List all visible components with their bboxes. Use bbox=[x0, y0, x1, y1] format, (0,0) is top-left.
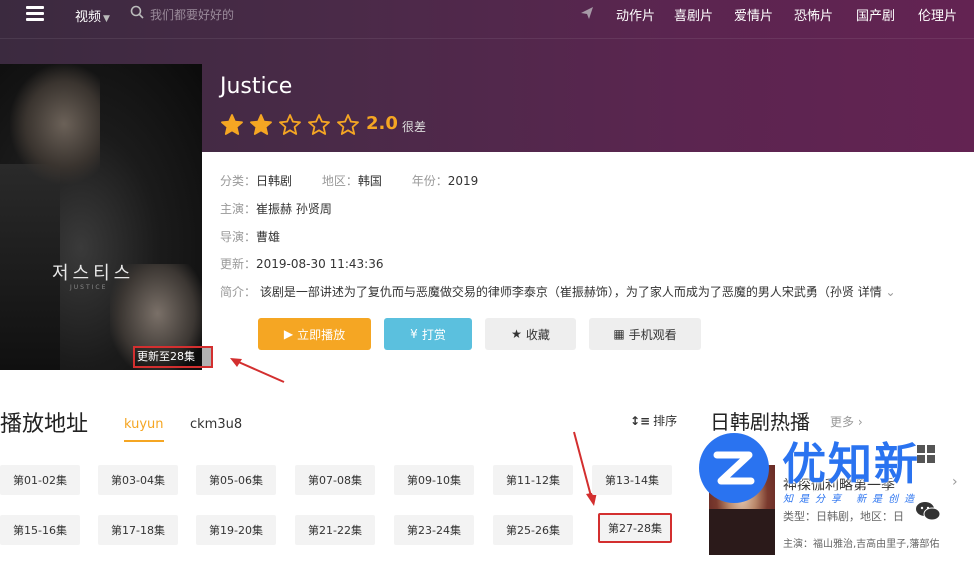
yen-icon: ¥ bbox=[410, 327, 418, 341]
favorite-button-label: 收藏 bbox=[525, 327, 550, 342]
hot-item-type: 类型：日韩剧，地区：日 bbox=[783, 510, 904, 523]
episode-button[interactable]: 第05-06集 bbox=[196, 465, 276, 495]
page-title: Justice bbox=[220, 74, 293, 99]
sort-label: 排序 bbox=[653, 414, 678, 428]
nav-link-action[interactable]: 动作片 bbox=[616, 5, 674, 24]
watermark-slogan: 知是分享 新是创造 bbox=[783, 490, 921, 505]
intro-label: 简介： bbox=[220, 285, 257, 299]
nav-link-comedy[interactable]: 喜剧片 bbox=[674, 5, 734, 24]
tip-button[interactable]: ¥ 打赏 bbox=[384, 318, 472, 350]
nav-link-romance[interactable]: 爱情片 bbox=[734, 5, 794, 24]
send-icon[interactable] bbox=[580, 6, 594, 20]
year-value[interactable]: 2019 bbox=[448, 174, 479, 188]
sort-icon: ↕≡ bbox=[630, 413, 651, 428]
watermark-brand: 优知新 bbox=[782, 439, 920, 490]
nav-divider bbox=[0, 38, 974, 39]
more-label: 更多 bbox=[830, 415, 855, 429]
star-empty-icon[interactable] bbox=[307, 113, 331, 137]
hot-item-cast: 主演：福山雅治,吉高由里子,藩部佑 bbox=[783, 539, 940, 550]
updated-value: 2019-08-30 11:43:36 bbox=[256, 257, 384, 271]
search-icon[interactable] bbox=[130, 5, 144, 19]
sort-button[interactable]: ↕≡ 排序 bbox=[630, 412, 677, 429]
nav-link-domestic[interactable]: 国产剧 bbox=[856, 5, 918, 24]
region-label: 地区： bbox=[321, 174, 358, 188]
director-value[interactable]: 曹雄 bbox=[256, 230, 280, 244]
episode-button[interactable]: 第13-14集 bbox=[592, 465, 672, 495]
cast-label: 主演： bbox=[220, 202, 257, 216]
play-button[interactable]: ▶ 立即播放 bbox=[258, 318, 371, 350]
menu-icon[interactable] bbox=[26, 6, 44, 22]
episode-button[interactable]: 第21-22集 bbox=[295, 515, 375, 545]
watermark-logo-icon bbox=[699, 433, 769, 503]
episode-button[interactable]: 第11-12集 bbox=[493, 465, 573, 495]
caret-down-icon: ▼ bbox=[103, 14, 110, 24]
episode-button[interactable]: 第23-24集 bbox=[394, 515, 474, 545]
info-row-cast: 主演：崔振赫 孙贤周 bbox=[220, 200, 332, 217]
info-row-director: 导演：曹雄 bbox=[220, 228, 280, 245]
nav-link-ethics[interactable]: 伦理片 bbox=[918, 5, 968, 24]
play-icon: ▶ bbox=[283, 327, 294, 341]
episode-button[interactable]: 第03-04集 bbox=[98, 465, 178, 495]
star-empty-icon[interactable] bbox=[278, 113, 302, 137]
nav-link-horror[interactable]: 恐怖片 bbox=[794, 5, 856, 24]
poster-subtitle: JUSTICE bbox=[70, 284, 108, 291]
top-nav: 视频 ▼ 我们都要好好的 动作片 喜剧片 爱情片 恐怖片 国产剧 伦理片 bbox=[0, 0, 974, 30]
mobile-watch-button[interactable]: ▦ 手机观看 bbox=[589, 318, 701, 350]
episode-button[interactable]: 第01-02集 bbox=[0, 465, 80, 495]
info-row-intro: 简介： 该剧是一部讲述为了复仇而与恶魔做交易的律师李泰京（崔振赫饰），为了家人而… bbox=[220, 283, 960, 300]
source-tab-ckm3u8[interactable]: ckm3u8 bbox=[190, 417, 242, 432]
poster-title: 저스티스 bbox=[52, 263, 135, 284]
intro-more-link[interactable]: 详情 bbox=[858, 285, 882, 299]
episode-button[interactable]: 第25-26集 bbox=[493, 515, 573, 545]
info-row-meta: 分类：日韩剧 地区：韩国 年份：2019 bbox=[220, 172, 478, 189]
search-input[interactable]: 我们都要好好的 bbox=[150, 6, 234, 23]
rating-stars[interactable] bbox=[220, 113, 360, 137]
rating-text: 很差 bbox=[402, 120, 427, 134]
rating-score: 2.0 bbox=[366, 113, 398, 134]
category-label: 分类： bbox=[220, 174, 257, 188]
category-dropdown[interactable]: 视频 ▼ bbox=[75, 6, 110, 25]
qrcode-icon: ▦ bbox=[613, 327, 625, 341]
category-label: 视频 bbox=[75, 10, 102, 25]
chevron-down-icon[interactable]: ⌄ bbox=[882, 285, 896, 299]
wechat-icon bbox=[916, 502, 941, 521]
poster-image[interactable]: 저스티스 JUSTICE bbox=[0, 64, 202, 370]
category-value[interactable]: 日韩剧 bbox=[256, 174, 292, 188]
episode-button[interactable]: 第17-18集 bbox=[98, 515, 178, 545]
star-filled-icon[interactable] bbox=[220, 113, 244, 137]
cast-value[interactable]: 崔振赫 孙贤周 bbox=[256, 202, 332, 216]
star-filled-icon[interactable] bbox=[249, 113, 273, 137]
star-empty-icon[interactable] bbox=[336, 113, 360, 137]
chevron-right-icon: › bbox=[854, 415, 863, 429]
nav-links: 动作片 喜剧片 爱情片 恐怖片 国产剧 伦理片 bbox=[616, 5, 968, 24]
episode-button[interactable]: 第07-08集 bbox=[295, 465, 375, 495]
intro-text: 该剧是一部讲述为了复仇而与恶魔做交易的律师李泰京（崔振赫饰），为了家人而成为了恶… bbox=[259, 285, 854, 299]
play-address-heading: 播放地址 bbox=[0, 412, 89, 437]
chevron-right-icon[interactable]: › bbox=[952, 474, 958, 490]
episode-button-latest[interactable]: 第27-28集 bbox=[598, 513, 672, 543]
favorite-button[interactable]: ★ 收藏 bbox=[485, 318, 576, 350]
update-badge: 更新至28集 bbox=[133, 346, 213, 368]
source-tab-kuyun[interactable]: kuyun bbox=[124, 417, 164, 442]
star-icon: ★ bbox=[511, 327, 522, 341]
region-value[interactable]: 韩国 bbox=[358, 174, 382, 188]
annotation-arrow-icon bbox=[230, 358, 285, 383]
mobile-button-label: 手机观看 bbox=[628, 327, 677, 342]
windows-icon bbox=[917, 445, 935, 463]
info-row-updated: 更新：2019-08-30 11:43:36 bbox=[220, 255, 383, 272]
episode-button[interactable]: 第09-10集 bbox=[394, 465, 474, 495]
director-label: 导演： bbox=[220, 230, 257, 244]
year-label: 年份： bbox=[411, 174, 448, 188]
episode-button[interactable]: 第19-20集 bbox=[196, 515, 276, 545]
tip-button-label: 打赏 bbox=[421, 327, 446, 342]
updated-label: 更新： bbox=[220, 257, 257, 271]
play-button-label: 立即播放 bbox=[297, 327, 346, 342]
episode-button[interactable]: 第15-16集 bbox=[0, 515, 80, 545]
